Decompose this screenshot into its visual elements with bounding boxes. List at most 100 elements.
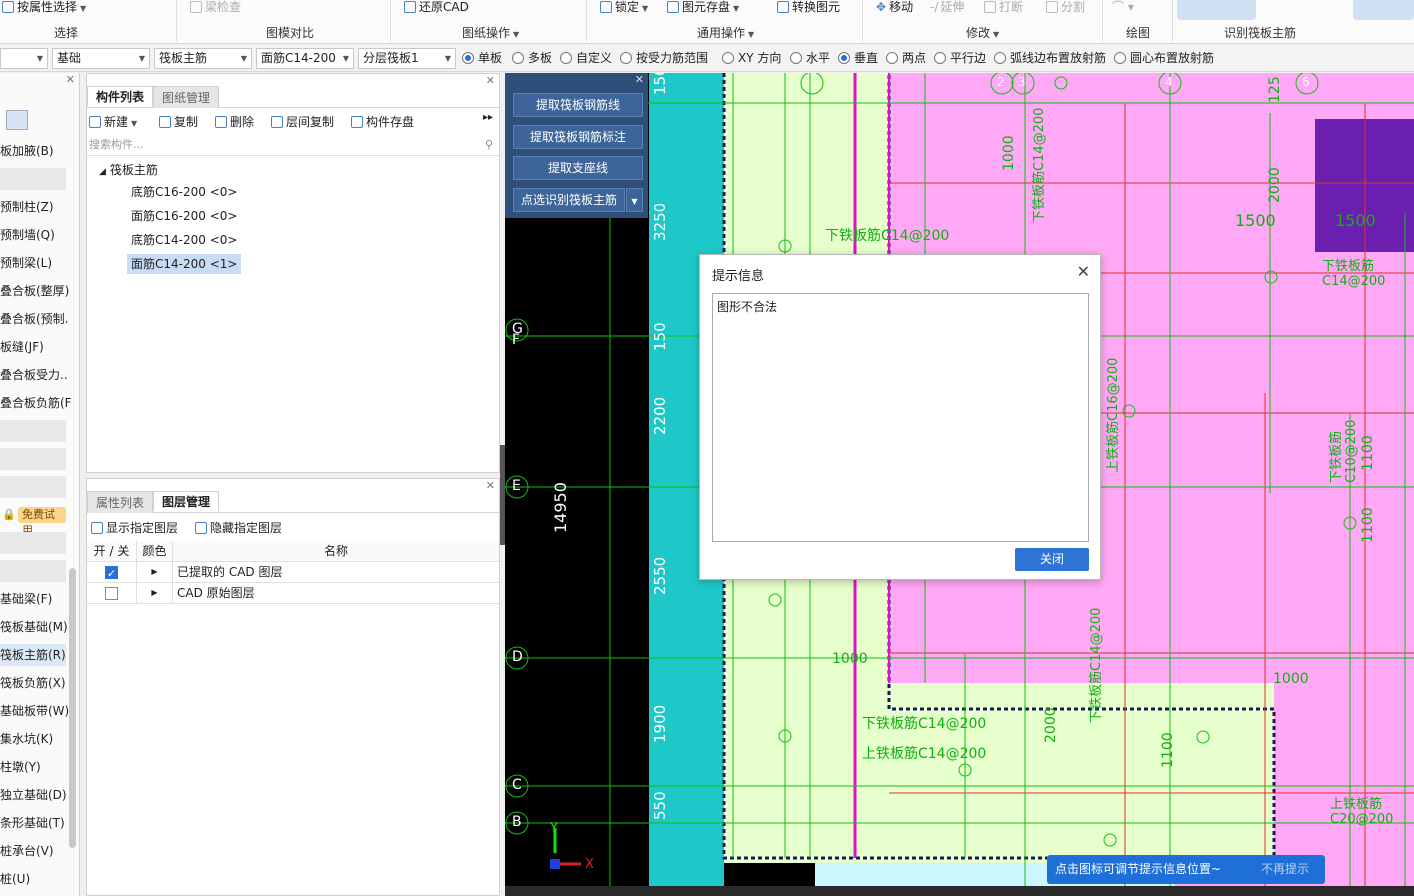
convert-element-button[interactable]: 转换图元	[777, 0, 840, 16]
table-row[interactable]: ▶ CAD 原始图层	[87, 583, 499, 604]
nav-item[interactable]: 预制墙(Q)	[0, 224, 55, 246]
search-input[interactable]: 搜索构件... ⚲	[87, 136, 499, 156]
component-combo[interactable]: 面筋C14-200 ▼	[256, 48, 354, 69]
extract-support-line-button[interactable]: 提取支座线	[513, 156, 643, 180]
nav-item[interactable]: 预制柱(Z)	[0, 196, 54, 218]
nav-item[interactable]: 条形基础(T)	[0, 812, 65, 834]
save-component-button[interactable]: 构件存盘	[351, 112, 414, 132]
point-recognize-button[interactable]: 点选识别筏板主筋	[513, 188, 625, 212]
nav-item[interactable]: 叠合板(整厚)	[0, 280, 69, 302]
element-type-combo[interactable]: 筏板主筋 ▼	[154, 48, 252, 69]
nav-item[interactable]: 叠合板(预制.	[0, 308, 69, 330]
radio-xy[interactable]: XY 方向	[722, 51, 781, 67]
radio-multi[interactable]: 多板	[512, 51, 552, 67]
tab-component-list[interactable]: 构件列表	[87, 86, 154, 106]
point-recognize-dropdown[interactable]: ▼	[626, 188, 643, 212]
axis-number: 3	[1018, 75, 1026, 89]
new-button[interactable]: 新建 ▼	[89, 112, 137, 132]
close-icon[interactable]: ✕	[66, 73, 75, 86]
show-layer-button[interactable]: 显示指定图层	[91, 519, 178, 537]
tab-property-list[interactable]: 属性列表	[87, 491, 154, 513]
radio-by-force[interactable]: 按受力筋范围	[620, 51, 708, 67]
extend-button[interactable]: -/延伸	[930, 0, 964, 16]
expand-icon[interactable]: ▶	[137, 583, 173, 604]
split-icon	[1046, 1, 1058, 13]
cad-dim: 125	[1267, 76, 1283, 103]
nav-item[interactable]: 基础板带(W)	[0, 700, 69, 722]
recognize-more-button[interactable]	[1353, 0, 1414, 20]
radio-parallel-edge[interactable]: 平行边	[934, 51, 986, 67]
radio-two-point[interactable]: 两点	[886, 51, 926, 67]
recognize-option-button[interactable]	[1177, 0, 1256, 20]
lock-icon	[600, 1, 612, 13]
category-combo[interactable]: 基础 ▼	[52, 48, 150, 69]
dim-label: 1900	[651, 704, 669, 743]
layer-toggle-checkbox[interactable]	[105, 564, 118, 584]
trial-item[interactable]: 🔒 免费试用	[0, 505, 66, 537]
break-button[interactable]: 打断	[984, 0, 1023, 16]
tree-item[interactable]: 底筋C16-200 <0>	[127, 182, 241, 202]
split-button[interactable]: 分割	[1046, 0, 1085, 16]
tab-layer-manage[interactable]: 图层管理	[153, 491, 220, 511]
radio-arc-radial[interactable]: 弧线边布置放射筋	[994, 51, 1106, 67]
floor-combo[interactable]: ▼	[0, 48, 48, 69]
nav-item-selected[interactable]: 筏板主筋(R)	[0, 644, 66, 666]
arc-draw-button[interactable]: ⌒ ▾	[1112, 0, 1134, 16]
layer-slab-combo[interactable]: 分层筏板1 ▼	[358, 48, 456, 69]
radio-vertical[interactable]: 垂直	[838, 51, 878, 67]
nav-item[interactable]: 筏板基础(M)	[0, 616, 68, 638]
more-icon[interactable]: ▸▸	[483, 112, 493, 123]
tip-banner[interactable]: 点击图标可调节提示信息位置~ 不再提示	[1047, 855, 1325, 884]
radio-custom[interactable]: 自定义	[560, 51, 612, 67]
table-row[interactable]: ▶ 已提取的 CAD 图层	[87, 562, 499, 584]
dismiss-tip-button[interactable]: 不再提示	[1261, 855, 1309, 884]
nav-item[interactable]: 叠合板受力..	[0, 364, 68, 386]
list-view-icon[interactable]	[6, 110, 28, 130]
close-icon[interactable]: ✕	[635, 73, 644, 86]
nav-item[interactable]: 基础梁(F)	[0, 588, 52, 610]
tree-item[interactable]: 面筋C16-200 <0>	[127, 206, 241, 226]
lock-button[interactable]: 锁定 ▼	[600, 0, 648, 16]
floor-copy-button[interactable]: 层间复制	[271, 112, 334, 132]
expand-icon[interactable]: ▶	[137, 562, 173, 583]
group-common-ops[interactable]: 通用操作 ▼	[697, 25, 754, 41]
new-icon	[89, 116, 101, 128]
layer-toggle-checkbox[interactable]	[105, 587, 118, 600]
nav-item[interactable]: 板缝(JF)	[0, 336, 44, 358]
radio-horizontal[interactable]: 水平	[790, 51, 830, 67]
attr-select-button[interactable]: 按属性选择 ▼	[2, 0, 86, 16]
col-name: 名称	[323, 544, 348, 558]
nav-item[interactable]: 集水坑(K)	[0, 728, 53, 750]
search-icon: ⚲	[484, 138, 493, 151]
extract-rebar-line-button[interactable]: 提取筏板钢筋线	[513, 93, 643, 117]
nav-item[interactable]: 独立基础(D)	[0, 784, 67, 806]
restore-cad-button[interactable]: 还原CAD	[404, 0, 469, 16]
nav-item[interactable]: 桩(U)	[0, 868, 30, 890]
nav-item[interactable]: 桩承台(V)	[0, 840, 54, 862]
tree-root[interactable]: ◢ 筏板主筋	[99, 160, 158, 180]
delete-button[interactable]: 删除	[215, 112, 254, 132]
tree-item-selected[interactable]: 面筋C14-200 <1>	[127, 254, 242, 274]
hide-layer-button[interactable]: 隐藏指定图层	[195, 519, 282, 537]
tree-item[interactable]: 底筋C14-200 <0>	[127, 230, 241, 250]
nav-item[interactable]: 柱墩(Y)	[0, 756, 41, 778]
save-element-button[interactable]: 图元存盘 ▼	[667, 0, 739, 16]
nav-item[interactable]: 板加腋(B)	[0, 140, 54, 162]
group-drawing-ops[interactable]: 图纸操作 ▼	[462, 25, 519, 41]
move-button[interactable]: ✥ 移动	[876, 0, 913, 16]
beam-check-button[interactable]: 梁检查	[190, 0, 241, 16]
nav-scrollbar[interactable]	[69, 568, 76, 848]
nav-item[interactable]: 筏板负筋(X)	[0, 672, 66, 694]
extract-rebar-label-button[interactable]: 提取筏板钢筋标注	[513, 125, 643, 149]
radio-circle-radial[interactable]: 圆心布置放射筋	[1114, 51, 1214, 67]
tip-text: 点击图标可调节提示信息位置~	[1055, 862, 1222, 876]
close-icon[interactable]: ✕	[1077, 262, 1090, 281]
nav-item[interactable]: 叠合板负筋(F	[0, 392, 72, 414]
total-dim-label: 14950	[551, 482, 570, 533]
nav-item[interactable]: 预制梁(L)	[0, 252, 52, 274]
group-modify[interactable]: 修改 ▼	[966, 25, 999, 41]
radio-single[interactable]: 单板	[462, 51, 502, 67]
copy-button[interactable]: 复制	[159, 112, 198, 132]
dialog-close-button[interactable]: 关闭	[1015, 548, 1089, 571]
tab-drawing-manage[interactable]: 图纸管理	[153, 86, 220, 108]
